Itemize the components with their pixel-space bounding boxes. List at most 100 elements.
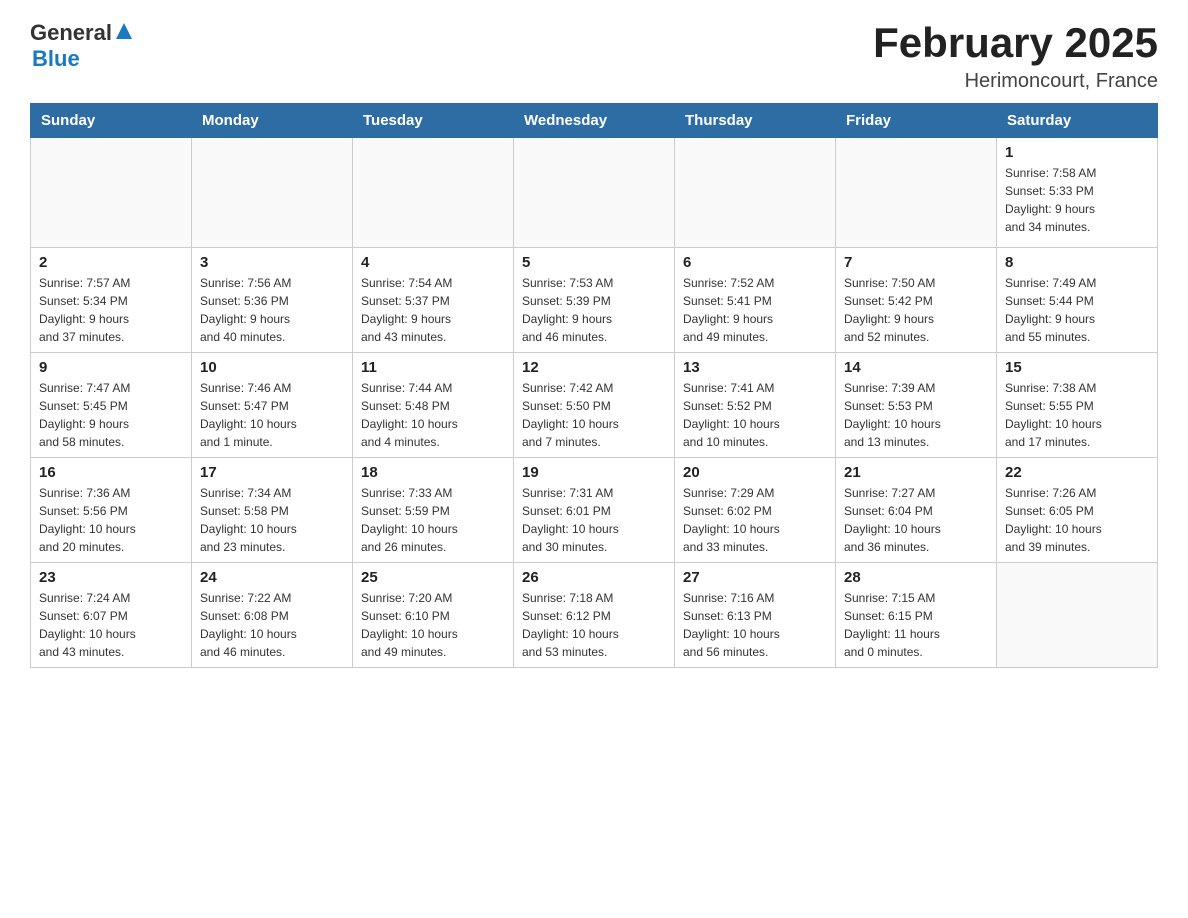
calendar-day-cell: 26Sunrise: 7:18 AMSunset: 6:12 PMDayligh… [514, 563, 675, 668]
calendar-day-cell [997, 563, 1158, 668]
calendar-day-cell: 16 Sunrise: 7:36 AMSunset: 5:56 PMDayligh… [31, 458, 192, 563]
calendar-day-cell: 24 Sunrise: 7:22 AMSunset: 6:08 PMDayligh… [192, 563, 353, 668]
day-number: 18 [361, 464, 505, 481]
day-of-week-header: Tuesday [353, 104, 514, 138]
day-info: Sunrise: 7:47 AMSunset: 5:45 PMDaylight:… [39, 379, 183, 451]
day-number: 5 [522, 254, 666, 271]
day-info: Sunrise: 7:57 AMSunset: 5:34 PMDaylight:… [39, 274, 183, 346]
logo: General Blue [30, 20, 134, 72]
location-subtitle: Herimoncourt, France [873, 70, 1158, 93]
month-year-title: February 2025 [873, 20, 1158, 66]
day-number: 22 [1005, 464, 1149, 481]
day-info: Sunrise: 7:20 AMSunset: 6:10 PMDaylight:… [361, 589, 505, 661]
calendar-day-cell [514, 138, 675, 248]
calendar-day-cell: 19 Sunrise: 7:31 AMSunset: 6:01 PMDayligh… [514, 458, 675, 563]
day-info: Sunrise: 7:24 AMSunset: 6:07 PMDaylight:… [39, 589, 183, 661]
day-info: Sunrise: 7:22 AMSunset: 6:08 PMDaylight:… [200, 589, 344, 661]
calendar-day-cell [353, 138, 514, 248]
day-info: Sunrise: 7:46 AMSunset: 5:47 PMDaylight:… [200, 379, 344, 451]
day-number: 24 [200, 569, 344, 586]
calendar-day-cell: 27 Sunrise: 7:16 AMSunset: 6:13 PMDayligh… [675, 563, 836, 668]
day-of-week-header: Monday [192, 104, 353, 138]
page-header: General Blue February 2025 Herimoncourt,… [30, 20, 1158, 93]
day-info: Sunrise: 7:33 AMSunset: 5:59 PMDaylight:… [361, 484, 505, 556]
day-info: Sunrise: 7:15 AMSunset: 6:15 PMDaylight:… [844, 589, 988, 661]
calendar-day-cell: 22 Sunrise: 7:26 AMSunset: 6:05 PMDayligh… [997, 458, 1158, 563]
calendar-day-cell: 12Sunrise: 7:42 AMSunset: 5:50 PMDayligh… [514, 353, 675, 458]
day-number: 21 [844, 464, 988, 481]
calendar-week-row: 1 Sunrise: 7:58 AMSunset: 5:33 PMDaylight… [31, 138, 1158, 248]
day-number: 20 [683, 464, 827, 481]
day-number: 23 [39, 569, 183, 586]
day-number: 7 [844, 254, 988, 271]
day-info: Sunrise: 7:50 AMSunset: 5:42 PMDaylight:… [844, 274, 988, 346]
day-info: Sunrise: 7:34 AMSunset: 5:58 PMDaylight:… [200, 484, 344, 556]
day-number: 16 [39, 464, 183, 481]
calendar-day-cell: 14 Sunrise: 7:39 AMSunset: 5:53 PMDayligh… [836, 353, 997, 458]
day-of-week-header: Saturday [997, 104, 1158, 138]
day-info: Sunrise: 7:56 AMSunset: 5:36 PMDaylight:… [200, 274, 344, 346]
day-info: Sunrise: 7:52 AMSunset: 5:41 PMDaylight:… [683, 274, 827, 346]
day-number: 4 [361, 254, 505, 271]
calendar-day-cell: 5 Sunrise: 7:53 AMSunset: 5:39 PMDaylight… [514, 248, 675, 353]
day-number: 28 [844, 569, 988, 586]
day-info: Sunrise: 7:31 AMSunset: 6:01 PMDaylight:… [522, 484, 666, 556]
calendar-day-cell: 3 Sunrise: 7:56 AMSunset: 5:36 PMDaylight… [192, 248, 353, 353]
day-number: 9 [39, 359, 183, 376]
logo-triangle-icon [114, 21, 134, 41]
calendar-day-cell: 1 Sunrise: 7:58 AMSunset: 5:33 PMDaylight… [997, 138, 1158, 248]
calendar-day-cell: 4 Sunrise: 7:54 AMSunset: 5:37 PMDaylight… [353, 248, 514, 353]
day-info: Sunrise: 7:29 AMSunset: 6:02 PMDaylight:… [683, 484, 827, 556]
logo-general-text: General [30, 20, 112, 46]
day-number: 3 [200, 254, 344, 271]
calendar-day-cell: 20 Sunrise: 7:29 AMSunset: 6:02 PMDayligh… [675, 458, 836, 563]
day-number: 15 [1005, 359, 1149, 376]
day-info: Sunrise: 7:36 AMSunset: 5:56 PMDaylight:… [39, 484, 183, 556]
day-number: 26 [522, 569, 666, 586]
calendar-day-cell: 2 Sunrise: 7:57 AMSunset: 5:34 PMDaylight… [31, 248, 192, 353]
day-number: 27 [683, 569, 827, 586]
calendar-day-cell [31, 138, 192, 248]
day-number: 1 [1005, 144, 1149, 161]
calendar-day-cell: 13Sunrise: 7:41 AMSunset: 5:52 PMDayligh… [675, 353, 836, 458]
day-info: Sunrise: 7:26 AMSunset: 6:05 PMDaylight:… [1005, 484, 1149, 556]
calendar-day-cell: 6 Sunrise: 7:52 AMSunset: 5:41 PMDaylight… [675, 248, 836, 353]
day-info: Sunrise: 7:54 AMSunset: 5:37 PMDaylight:… [361, 274, 505, 346]
day-number: 11 [361, 359, 505, 376]
day-of-week-header: Thursday [675, 104, 836, 138]
calendar-day-cell: 15 Sunrise: 7:38 AMSunset: 5:55 PMDayligh… [997, 353, 1158, 458]
calendar-day-cell: 28 Sunrise: 7:15 AMSunset: 6:15 PMDayligh… [836, 563, 997, 668]
day-number: 13 [683, 359, 827, 376]
day-number: 14 [844, 359, 988, 376]
calendar-day-cell: 11Sunrise: 7:44 AMSunset: 5:48 PMDayligh… [353, 353, 514, 458]
day-info: Sunrise: 7:53 AMSunset: 5:39 PMDaylight:… [522, 274, 666, 346]
day-info: Sunrise: 7:42 AMSunset: 5:50 PMDaylight:… [522, 379, 666, 451]
day-number: 17 [200, 464, 344, 481]
title-section: February 2025 Herimoncourt, France [873, 20, 1158, 93]
day-number: 19 [522, 464, 666, 481]
day-number: 10 [200, 359, 344, 376]
calendar-day-cell: 7 Sunrise: 7:50 AMSunset: 5:42 PMDaylight… [836, 248, 997, 353]
calendar-day-cell: 17 Sunrise: 7:34 AMSunset: 5:58 PMDayligh… [192, 458, 353, 563]
day-info: Sunrise: 7:16 AMSunset: 6:13 PMDaylight:… [683, 589, 827, 661]
calendar-day-cell: 10 Sunrise: 7:46 AMSunset: 5:47 PMDayligh… [192, 353, 353, 458]
calendar-day-cell: 9 Sunrise: 7:47 AMSunset: 5:45 PMDaylight… [31, 353, 192, 458]
calendar-day-cell: 8 Sunrise: 7:49 AMSunset: 5:44 PMDaylight… [997, 248, 1158, 353]
day-number: 2 [39, 254, 183, 271]
calendar-day-cell: 18 Sunrise: 7:33 AMSunset: 5:59 PMDayligh… [353, 458, 514, 563]
calendar-week-row: 2 Sunrise: 7:57 AMSunset: 5:34 PMDaylight… [31, 248, 1158, 353]
calendar-day-cell [675, 138, 836, 248]
day-number: 6 [683, 254, 827, 271]
calendar-day-cell: 21 Sunrise: 7:27 AMSunset: 6:04 PMDayligh… [836, 458, 997, 563]
day-of-week-header: Sunday [31, 104, 192, 138]
calendar-day-cell: 25Sunrise: 7:20 AMSunset: 6:10 PMDayligh… [353, 563, 514, 668]
calendar-header-row: SundayMondayTuesdayWednesdayThursdayFrid… [31, 104, 1158, 138]
day-info: Sunrise: 7:49 AMSunset: 5:44 PMDaylight:… [1005, 274, 1149, 346]
day-number: 8 [1005, 254, 1149, 271]
day-info: Sunrise: 7:27 AMSunset: 6:04 PMDaylight:… [844, 484, 988, 556]
day-info: Sunrise: 7:39 AMSunset: 5:53 PMDaylight:… [844, 379, 988, 451]
calendar-week-row: 9 Sunrise: 7:47 AMSunset: 5:45 PMDaylight… [31, 353, 1158, 458]
day-info: Sunrise: 7:38 AMSunset: 5:55 PMDaylight:… [1005, 379, 1149, 451]
day-info: Sunrise: 7:58 AMSunset: 5:33 PMDaylight:… [1005, 164, 1149, 236]
logo-blue-text: Blue [32, 46, 134, 72]
